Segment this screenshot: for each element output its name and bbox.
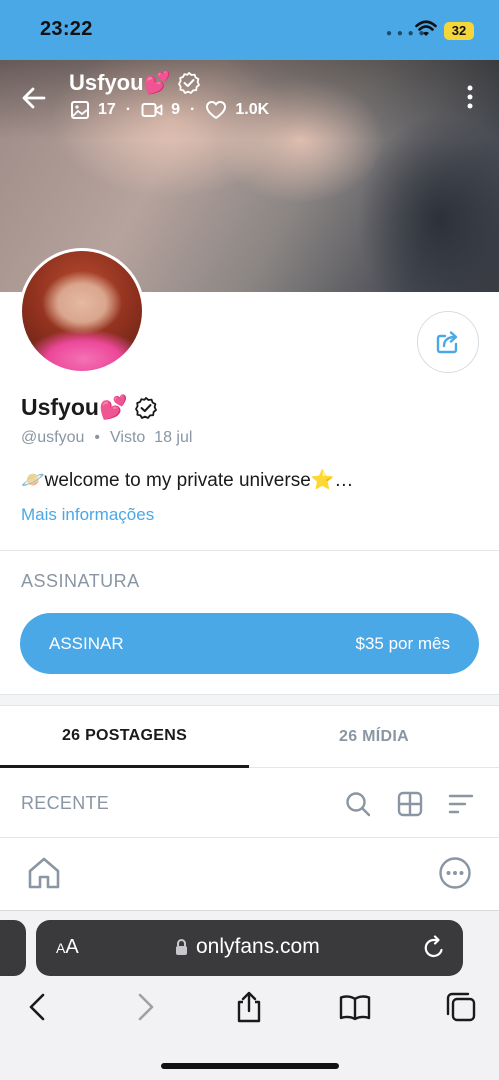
- stats-separator: ·: [125, 101, 132, 118]
- profile-name-text: Usfyou💕: [21, 394, 128, 420]
- address-bar[interactable]: AA onlyfans.com: [36, 920, 463, 976]
- status-time: 23:22: [40, 18, 93, 40]
- browser-share-icon[interactable]: [232, 990, 266, 1024]
- status-bar: 23:22 ● ● ● ● 32: [0, 0, 499, 60]
- chat-icon[interactable]: [438, 856, 472, 890]
- avatar[interactable]: [19, 248, 145, 374]
- wifi-icon: [415, 20, 437, 36]
- cover-title: Usfyou💕: [69, 70, 201, 96]
- battery-icon: 32: [444, 22, 474, 40]
- sort-label[interactable]: RECENTE: [21, 793, 109, 814]
- subscription-title: ASSINATURA: [21, 571, 140, 591]
- verified-icon: [178, 72, 200, 94]
- likes-count: 1.0K: [235, 101, 270, 118]
- profile-name: Usfyou💕: [21, 394, 158, 421]
- photos-count: 17: [98, 101, 116, 118]
- more-info-link[interactable]: Mais informações: [21, 505, 154, 525]
- last-seen: Visto 18 jul: [110, 429, 193, 446]
- reader-button[interactable]: AA: [56, 936, 79, 959]
- tabs-icon[interactable]: [444, 990, 478, 1024]
- more-icon[interactable]: [464, 84, 476, 110]
- cover-stats: 17 · 9 · 1.0K: [70, 100, 269, 120]
- share-button[interactable]: [417, 311, 479, 373]
- meta-separator: •: [94, 429, 100, 446]
- reload-icon[interactable]: [422, 935, 446, 961]
- subscribe-label: ASSINAR: [49, 633, 124, 653]
- back-icon[interactable]: [20, 84, 48, 112]
- image-icon: [71, 101, 89, 119]
- profile-meta: @usfyou • Visto 18 jul: [21, 429, 192, 447]
- share-icon: [436, 331, 458, 354]
- bookmarks-icon[interactable]: [338, 990, 372, 1024]
- browser-back-icon[interactable]: [21, 990, 55, 1024]
- home-icon[interactable]: [26, 855, 62, 891]
- divider: [0, 550, 499, 551]
- video-icon: [141, 103, 163, 117]
- previous-tab[interactable]: [0, 920, 26, 976]
- search-icon[interactable]: [344, 790, 372, 818]
- profile-handle: @usfyou: [21, 429, 85, 446]
- home-indicator: [161, 1063, 339, 1069]
- tab-media[interactable]: 26 MÍDIA: [249, 706, 499, 768]
- profile-bio: 🪐welcome to my private universe⭐…: [21, 470, 354, 491]
- subscribe-button[interactable]: ASSINAR $35 por mês: [20, 613, 479, 674]
- verified-icon: [134, 396, 157, 419]
- section-gap: [0, 694, 499, 706]
- sort-icon[interactable]: [447, 790, 475, 818]
- url-text: onlyfans.com: [196, 935, 320, 958]
- videos-count: 9: [171, 101, 181, 118]
- subscribe-price: $35 por mês: [355, 633, 451, 653]
- grid-icon[interactable]: [396, 790, 424, 818]
- divider: [0, 837, 499, 838]
- browser-forward-icon[interactable]: [128, 990, 162, 1024]
- cover-title-text: Usfyou💕: [69, 70, 171, 95]
- tab-posts[interactable]: 26 POSTAGENS: [0, 706, 249, 768]
- heart-icon: [206, 101, 227, 119]
- lock-icon: [176, 939, 187, 955]
- stats-separator: ·: [190, 101, 196, 118]
